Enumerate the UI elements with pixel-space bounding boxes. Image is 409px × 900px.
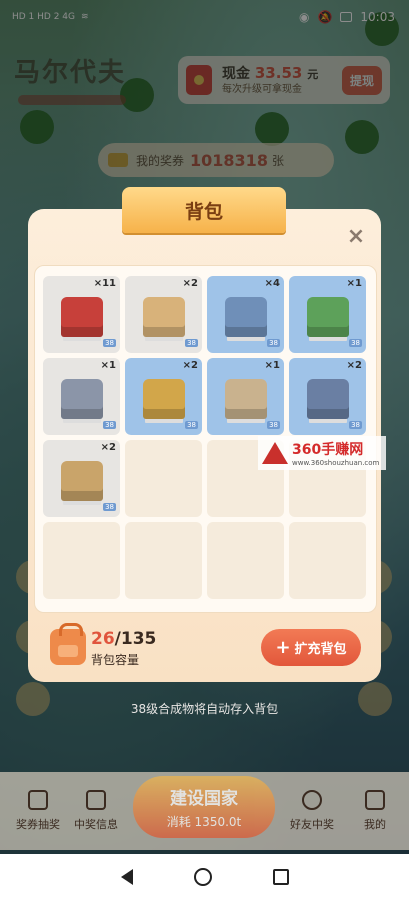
item-level-badge: 38	[349, 421, 362, 429]
backpack-item-golden-temple[interactable]: ×2 38	[43, 440, 120, 517]
camera-icon	[86, 790, 106, 810]
item-level-badge: 38	[185, 421, 198, 429]
build-cost: 消耗 1350.0t	[166, 815, 242, 829]
close-icon[interactable]: ×	[343, 223, 369, 249]
backpack-item-pyramid[interactable]: ×2 38	[125, 276, 202, 353]
watermark-logo-icon	[262, 442, 288, 464]
watermark-sub: www.360shouzhuan.com	[292, 459, 380, 467]
golden-temple-icon	[60, 460, 103, 501]
nav-friends-label: 好友中奖	[290, 818, 334, 831]
nav-prize-info-label: 中奖信息	[74, 818, 118, 831]
modal-title: 背包	[122, 187, 286, 233]
capacity-label: 背包容量	[91, 653, 140, 667]
autosave-note: 38级合成物将自动存入背包	[130, 702, 279, 716]
android-nav-bar	[0, 854, 409, 900]
friends-icon	[302, 790, 322, 810]
gift-icon	[28, 790, 48, 810]
back-icon[interactable]	[120, 869, 133, 885]
backpack-item-turtle-island[interactable]: ×1 38	[289, 276, 366, 353]
item-quantity: ×1	[346, 278, 362, 289]
oriental-pearl-tower-icon	[60, 378, 103, 419]
plus-icon: +	[275, 637, 291, 658]
item-level-badge: 38	[267, 339, 280, 347]
item-level-badge: 38	[103, 421, 116, 429]
item-quantity: ×2	[182, 278, 198, 289]
watermark: 360手赚网 www.360shouzhuan.com	[258, 436, 386, 470]
item-quantity: ×1	[264, 360, 280, 371]
profile-icon	[365, 790, 385, 810]
backpack-empty-slot[interactable]	[125, 440, 202, 517]
nav-lottery[interactable]: 奖券抽奖	[8, 790, 68, 832]
capacity-used: 26	[91, 629, 115, 649]
backpack-item-forbidden-city[interactable]: ×11 38	[43, 276, 120, 353]
recent-apps-icon[interactable]	[272, 869, 289, 885]
backpack-item-city-skyline[interactable]: ×4 38	[207, 276, 284, 353]
backpack-empty-slot[interactable]	[125, 522, 202, 599]
build-title: 建设国家	[170, 789, 238, 809]
city-skyline-icon	[224, 296, 267, 337]
golden-monument-icon	[142, 378, 185, 419]
turtle-island-icon	[306, 296, 349, 337]
watermark-main: 360手赚网	[292, 442, 364, 458]
backpack-empty-slot[interactable]	[207, 522, 284, 599]
item-quantity: ×11	[93, 278, 116, 289]
item-level-badge: 38	[103, 503, 116, 511]
item-level-badge: 38	[349, 339, 362, 347]
home-icon[interactable]	[193, 868, 212, 886]
item-level-badge: 38	[103, 339, 116, 347]
item-quantity: ×2	[182, 360, 198, 371]
backpack-item-golden-monument[interactable]: ×2 38	[125, 358, 202, 435]
item-quantity: ×1	[100, 360, 116, 371]
forbidden-city-icon	[60, 296, 103, 337]
backpack-item-pirate-ship[interactable]: ×2 38	[289, 358, 366, 435]
nav-mine[interactable]: 我的	[345, 790, 405, 832]
expand-backpack-button[interactable]: + 扩充背包	[261, 629, 361, 666]
pirate-ship-icon	[306, 378, 349, 419]
capacity-count: 26/135	[91, 629, 156, 649]
backpack-icon	[50, 623, 86, 665]
nav-mine-label: 我的	[364, 818, 386, 831]
babel-tower-icon	[224, 378, 267, 419]
nav-friends[interactable]: 好友中奖	[282, 790, 342, 832]
item-level-badge: 38	[267, 421, 280, 429]
capacity-total: /135	[114, 629, 157, 649]
item-level-badge: 38	[185, 339, 198, 347]
pyramid-icon	[142, 296, 185, 337]
backpack-item-babel-tower[interactable]: ×1 38	[207, 358, 284, 435]
backpack-empty-slot[interactable]	[289, 522, 366, 599]
nav-prize-info[interactable]: 中奖信息	[66, 790, 126, 832]
item-quantity: ×2	[346, 360, 362, 371]
item-quantity: ×2	[100, 442, 116, 453]
item-quantity: ×4	[264, 278, 280, 289]
backpack-item-oriental-pearl-tower[interactable]: ×1 38	[43, 358, 120, 435]
backpack-empty-slot[interactable]	[43, 522, 120, 599]
nav-lottery-label: 奖券抽奖	[16, 818, 60, 831]
build-country-button[interactable]: 建设国家 消耗 1350.0t	[133, 776, 275, 838]
expand-label: 扩充背包	[294, 642, 347, 657]
